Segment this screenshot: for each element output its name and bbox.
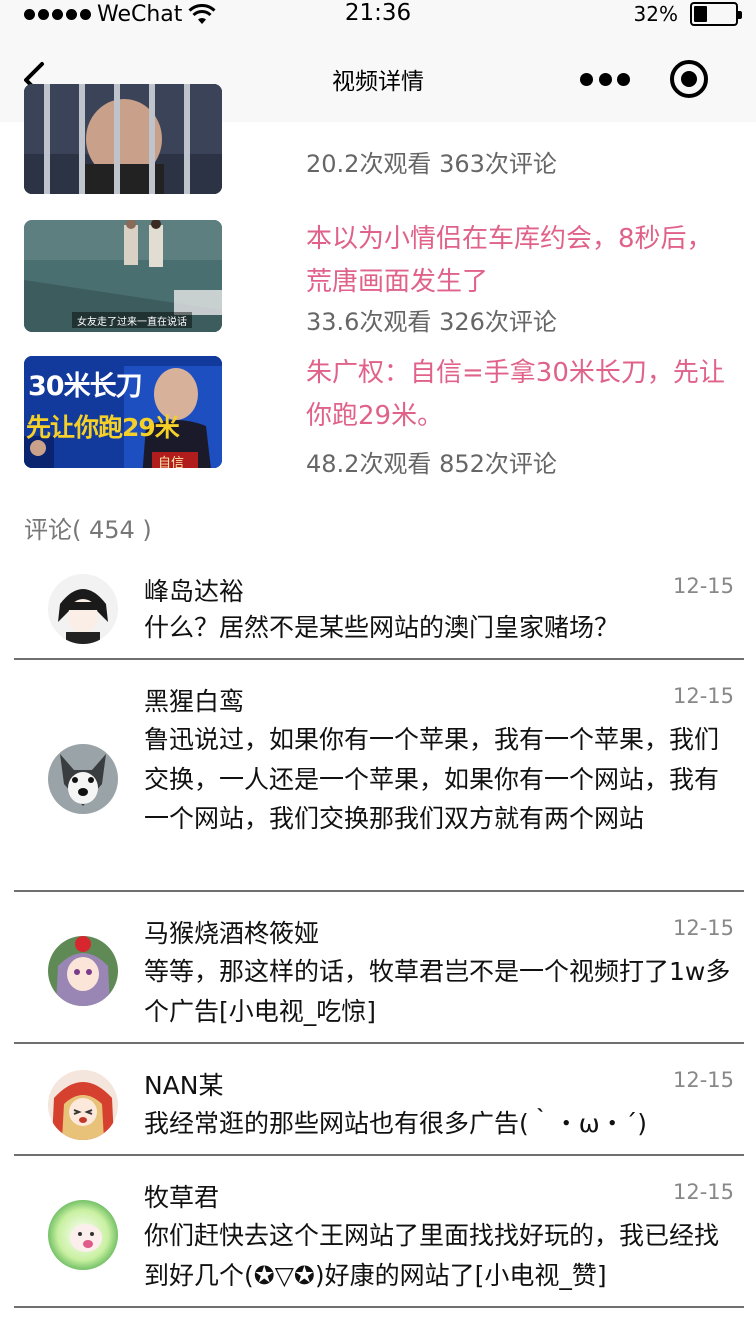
thumbnail-caption: 女友走了过来一直在说话 [77, 317, 187, 328]
comment-text: 什么？居然不是某些网站的澳门皇家赌场？ [144, 613, 620, 642]
comment-date: 12-15 [672, 1180, 734, 1204]
commenter-name: NAN某 [144, 1071, 224, 1100]
thumbnail-text: 先让你跑29米 [26, 413, 180, 442]
comment-date: 12-15 [672, 916, 734, 940]
battery-fill [694, 6, 707, 22]
comment-date: 12-15 [672, 574, 734, 598]
prison-bars-image [24, 84, 222, 194]
more-options-icon[interactable] [580, 64, 630, 94]
video-stats: 20.2次观看 363次评论 [306, 150, 557, 178]
related-video-item[interactable]: 女友走了过来一直在说话 本以为小情侣在车库约会，8秒后，荒唐画面发生了 33.6… [0, 218, 756, 336]
comment-text: 我经常逛的那些网站也有很多广告(｀・ω・´) [144, 1109, 647, 1138]
husky-dog-avatar [48, 744, 118, 814]
video-stats: 33.6次观看 326次评论 [306, 308, 557, 336]
comments-count-header: 评论( 454 ) [24, 516, 152, 544]
video-title[interactable]: 本以为小情侣在车库约会，8秒后，荒唐画面发生了 [306, 218, 726, 304]
anime-boy-avatar [48, 574, 118, 644]
commenter-name: 峰岛达裕 [144, 577, 245, 606]
related-video-item[interactable]: 30米长刀 先让你跑29米 自信 朱广权：自信=手拿30米长刀，先让你跑29米。… [0, 356, 756, 478]
battery-icon [690, 2, 742, 26]
video-thumbnail[interactable]: 女友走了过来一直在说话 [24, 220, 222, 332]
comment-text: 鲁迅说过，如果你有一个苹果，我有一个苹果，我们交换，一人还是一个苹果，如果你有一… [144, 725, 720, 833]
anime-character-avatar [48, 1200, 118, 1270]
avatar[interactable] [48, 744, 118, 814]
avatar[interactable] [48, 936, 118, 1006]
comment-item: 牧草君 12-15 你们赶快去这个王网站了里面找找好玩的，我已经找到好几个(✪▽… [14, 1156, 744, 1308]
commenter-name: 马猴烧酒柊筱娅 [144, 919, 320, 948]
avatar[interactable] [48, 1070, 118, 1140]
thumbnail-text: 30米长刀 [28, 371, 143, 402]
commenter-name: 牧草君 [144, 1183, 220, 1212]
comment-item: NAN某 12-15 我经常逛的那些网站也有很多广告(｀・ω・´) [14, 1044, 744, 1156]
battery-percent: 32% [633, 2, 678, 26]
video-thumbnail[interactable] [24, 84, 222, 194]
comment-item: 黑猩白鸾 12-15 鲁迅说过，如果你有一个苹果，我有一个苹果，我们交换，一人还… [14, 660, 744, 892]
comment-text: 你们赶快去这个王网站了里面找找好玩的，我已经找到好几个(✪▽✪)好康的网站了[小… [144, 1221, 720, 1290]
status-bar: WeChat 21:36 32% [0, 0, 756, 32]
comment-text: 等等，那这样的话，牧草君岂不是一个视频打了1w多个广告[小电视_吃惊] [144, 957, 731, 1026]
avatar[interactable] [48, 1200, 118, 1270]
video-title[interactable]: 朱广权：自信=手拿30米长刀，先让你跑29米。 [306, 352, 726, 438]
anime-girl-avatar [48, 936, 118, 1006]
thumbnail-badge: 自信 [158, 456, 185, 468]
anime-girl-hood-avatar [48, 1070, 118, 1140]
status-right: 32% [633, 2, 742, 26]
related-video-item[interactable]: 20.2次观看 363次评论 [0, 84, 756, 229]
video-stats: 48.2次观看 852次评论 [306, 450, 557, 478]
avatar[interactable] [48, 574, 118, 644]
video-thumbnail[interactable]: 30米长刀 先让你跑29米 自信 [24, 356, 222, 468]
comment-item: 马猴烧酒柊筱娅 12-15 等等，那这样的话，牧草君岂不是一个视频打了1w多个广… [14, 892, 744, 1044]
comment-date: 12-15 [672, 1068, 734, 1092]
comment-item: 峰岛达裕 12-15 什么？居然不是某些网站的澳门皇家赌场？ [14, 560, 744, 660]
close-miniprogram-icon[interactable] [670, 60, 708, 98]
commenter-name: 黑猩白鸾 [144, 687, 245, 716]
comment-date: 12-15 [672, 684, 734, 708]
